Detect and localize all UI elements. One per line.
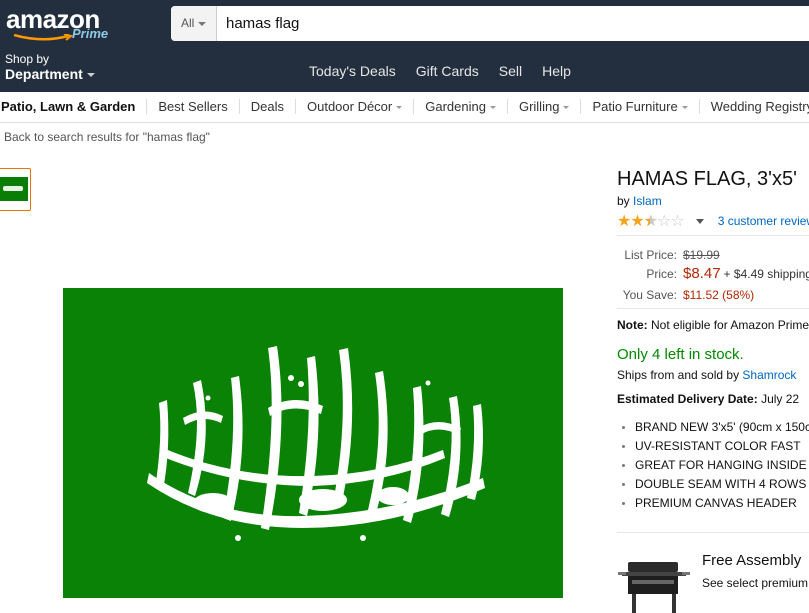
list-price-row: List Price: $19.99: [617, 248, 720, 262]
category-subnav: Patio, Lawn & Garden Best Sellers Deals Out…: [0, 92, 809, 123]
subnav-item[interactable]: Patio, Lawn & Garden: [0, 99, 148, 114]
chevron-down-icon: [86, 73, 95, 78]
nav-link-gift-cards[interactable]: Gift Cards: [416, 63, 479, 79]
logo-prime-text: Prime: [72, 26, 109, 41]
subnav-item-label: Deals: [250, 99, 284, 114]
star-rating-icon[interactable]: ★★★★☆☆: [617, 211, 685, 231]
subnav-item[interactable]: Wedding Registry: [700, 99, 809, 114]
department-label: Department: [5, 66, 83, 82]
nav-links: Today's Deals Gift Cards Sell Help: [309, 63, 571, 79]
seller-link[interactable]: Shamrock: [742, 368, 796, 382]
divider: [617, 235, 809, 236]
shop-by-department[interactable]: Shop by Department: [5, 52, 95, 82]
divider: [617, 308, 809, 309]
subnav-item-label: Gardening: [425, 99, 486, 114]
flag-calligraphy-image: [147, 346, 485, 541]
ships-from-prefix: Ships from and sold by: [617, 368, 740, 382]
search-category-dropdown[interactable]: All: [171, 6, 217, 41]
subnav-item-label: Wedding Registry: [710, 99, 809, 114]
subnav-item[interactable]: Best Sellers: [147, 99, 240, 114]
subnav-item[interactable]: Patio Furniture: [581, 99, 700, 114]
divider: [617, 532, 809, 533]
amazon-prime-logo[interactable]: amazon Prime: [6, 4, 116, 42]
back-to-results-link[interactable]: Back to search results for "hamas flag": [4, 130, 210, 144]
half-star-icon: ★★: [643, 213, 658, 230]
feature-bullet: GREAT FOR HANGING INSIDE: [622, 458, 809, 477]
top-bar: amazon Prime All: [0, 0, 809, 46]
savings-label: You Save:: [622, 288, 677, 302]
shop-by-label: Shop by: [5, 52, 50, 66]
thumbnail-flag-image: [0, 177, 28, 201]
feature-bullet: DOUBLE SEAM WITH 4 ROWS: [622, 477, 809, 496]
product-byline: by Islam: [617, 194, 662, 208]
promo-subtitle: See select premium: [702, 576, 809, 590]
nav-bar: Shop by Department Today's Deals Gift Ca…: [0, 46, 809, 92]
prime-note: Note: Not eligible for Amazon Prime.: [617, 318, 809, 332]
logo-smile-icon: [13, 34, 74, 41]
savings-row: You Save: $11.52 (58%): [617, 288, 754, 302]
feature-bullets: BRAND NEW 3'x5' (90cm x 150cm) UV-RESIST…: [622, 420, 809, 515]
search-category-label: All: [181, 16, 195, 30]
subnav-item[interactable]: Outdoor Décor: [296, 99, 415, 114]
shipping-cost: + $4.49 shipping: [723, 267, 809, 281]
subnav-item-label: Grilling: [518, 99, 560, 114]
delivery-label: Estimated Delivery Date:: [617, 392, 758, 406]
savings-value: $11.52 (58%): [683, 288, 755, 302]
subnav-item-label: Outdoor Décor: [306, 99, 393, 114]
feature-bullet: PREMIUM CANVAS HEADER: [622, 496, 809, 515]
department-label-wrap: Department: [5, 66, 95, 82]
customer-reviews-link[interactable]: 3 customer reviews: [718, 214, 809, 228]
promo-title[interactable]: Free Assembly: [702, 552, 801, 569]
grill-product-image[interactable]: [618, 556, 690, 613]
chevron-down-icon: [198, 21, 207, 26]
ships-from: Ships from and sold by Shamrock: [617, 368, 796, 382]
subnav-item-label: Best Sellers: [158, 99, 228, 114]
subnav-item[interactable]: Deals: [240, 99, 296, 114]
rating-chevron-down-icon[interactable]: [695, 218, 704, 224]
price-value: $8.47: [683, 265, 721, 282]
subnav-item-label: Patio Furniture: [592, 99, 678, 114]
price-row: Price: $8.47 + $4.49 shipping: [617, 265, 809, 282]
subnav-item-label: Patio, Lawn & Garden: [1, 99, 136, 114]
note-text: Not eligible for Amazon Prime.: [651, 318, 809, 332]
nav-link-help[interactable]: Help: [542, 63, 571, 79]
search-input[interactable]: [226, 6, 806, 41]
image-thumbnail[interactable]: [0, 168, 31, 211]
chevron-down-icon: [489, 106, 496, 110]
search-bar: All: [171, 6, 809, 41]
chevron-down-icon: [681, 106, 688, 110]
feature-bullet: UV-RESISTANT COLOR FAST: [622, 439, 809, 458]
note-label: Note:: [617, 318, 648, 332]
feature-bullet: BRAND NEW 3'x5' (90cm x 150cm): [622, 420, 809, 439]
by-prefix: by: [617, 194, 630, 208]
subnav-items: Patio, Lawn & Garden Best Sellers Deals Out…: [0, 99, 809, 114]
subnav-item[interactable]: Gardening: [414, 99, 508, 114]
delivery-date: July 22: [761, 392, 800, 406]
nav-link-todays-deals[interactable]: Today's Deals: [309, 63, 396, 79]
chevron-down-icon: [563, 106, 570, 110]
list-price-value: $19.99: [683, 248, 720, 262]
stock-status: Only 4 left in stock.: [617, 346, 744, 363]
chevron-down-icon: [396, 106, 403, 110]
nav-link-sell[interactable]: Sell: [499, 63, 522, 79]
delivery-estimate: Estimated Delivery Date: July 22: [617, 392, 799, 406]
price-label: Price:: [646, 267, 677, 281]
rating-row: ★★★★☆☆ 3 customer reviews: [617, 211, 809, 231]
brand-link[interactable]: Islam: [633, 194, 662, 208]
list-price-label: List Price:: [624, 248, 677, 262]
main-product-image[interactable]: [63, 288, 563, 598]
product-title: HAMAS FLAG, 3'x5': [617, 168, 797, 190]
subnav-item[interactable]: Grilling: [508, 99, 582, 114]
